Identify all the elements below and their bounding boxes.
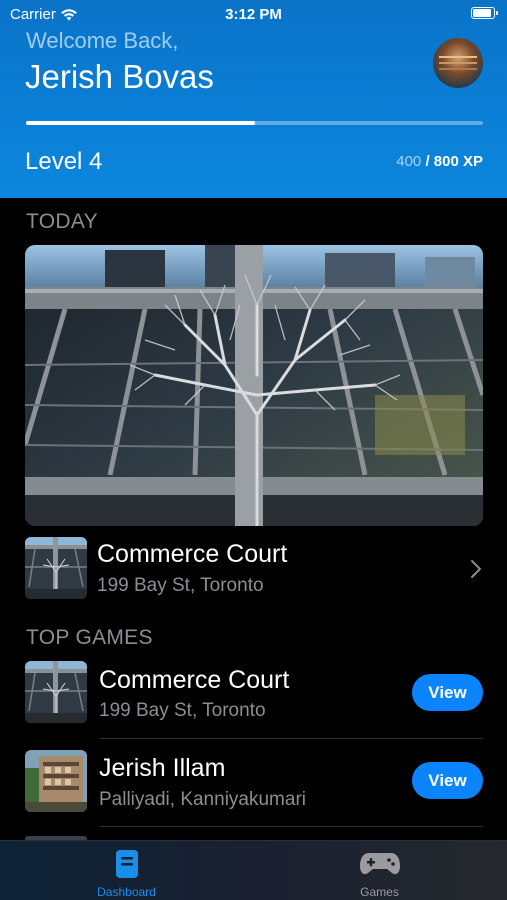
view-button[interactable]: View (412, 674, 483, 711)
game-thumbnail (25, 661, 87, 723)
battery-icon (471, 7, 498, 19)
status-time: 3:12 PM (225, 6, 282, 23)
commerce-court-thumb (25, 661, 87, 723)
today-thumbnail (25, 537, 87, 599)
xp-progress-fill (26, 121, 255, 125)
chevron-right-icon[interactable] (466, 557, 486, 581)
row-divider (99, 738, 483, 739)
xp-total: / 800 XP (425, 153, 483, 170)
xp-readout: 400 / 800 XP (396, 153, 483, 170)
xp-progress-bar (26, 121, 483, 125)
game-title: Jerish Illam (99, 754, 226, 782)
level-label: Level 4 (25, 148, 103, 175)
row-divider (99, 826, 483, 827)
status-bar: Carrier 3:12 PM (0, 0, 507, 30)
game-title: Commerce Court (99, 666, 290, 694)
profile-header: Carrier 3:12 PM Welcome Back, Jerish Bov… (0, 0, 507, 198)
commerce-court-thumb (25, 537, 87, 599)
top-games-section-title: TOP GAMES (26, 626, 153, 649)
today-place-title[interactable]: Commerce Court (97, 540, 287, 569)
gamepad-icon (360, 853, 400, 875)
dashboard-icon (116, 850, 138, 878)
game-address: Palliyadi, Kanniyakumari (99, 789, 306, 810)
battery-fill (473, 9, 491, 17)
user-name: Jerish Bovas (25, 58, 214, 95)
welcome-text: Welcome Back, (26, 28, 179, 53)
tab-dashboard[interactable]: Dashboard (0, 841, 253, 900)
game-address: 199 Bay St, Toronto (99, 700, 266, 721)
building-tree-photo (25, 245, 483, 526)
xp-current: 400 (396, 153, 422, 170)
tab-games[interactable]: Games (253, 841, 506, 900)
tab-bar: Dashboard Games (0, 840, 507, 900)
tab-label: Dashboard (97, 885, 156, 899)
avatar[interactable] (433, 38, 483, 88)
today-hero-image[interactable] (25, 245, 483, 526)
tab-label: Games (360, 885, 399, 899)
view-button[interactable]: View (412, 762, 483, 799)
game-thumbnail (25, 750, 87, 812)
today-section-title: TODAY (26, 210, 98, 233)
jerish-illam-thumb (25, 750, 87, 812)
today-place-address: 199 Bay St, Toronto (97, 575, 264, 596)
